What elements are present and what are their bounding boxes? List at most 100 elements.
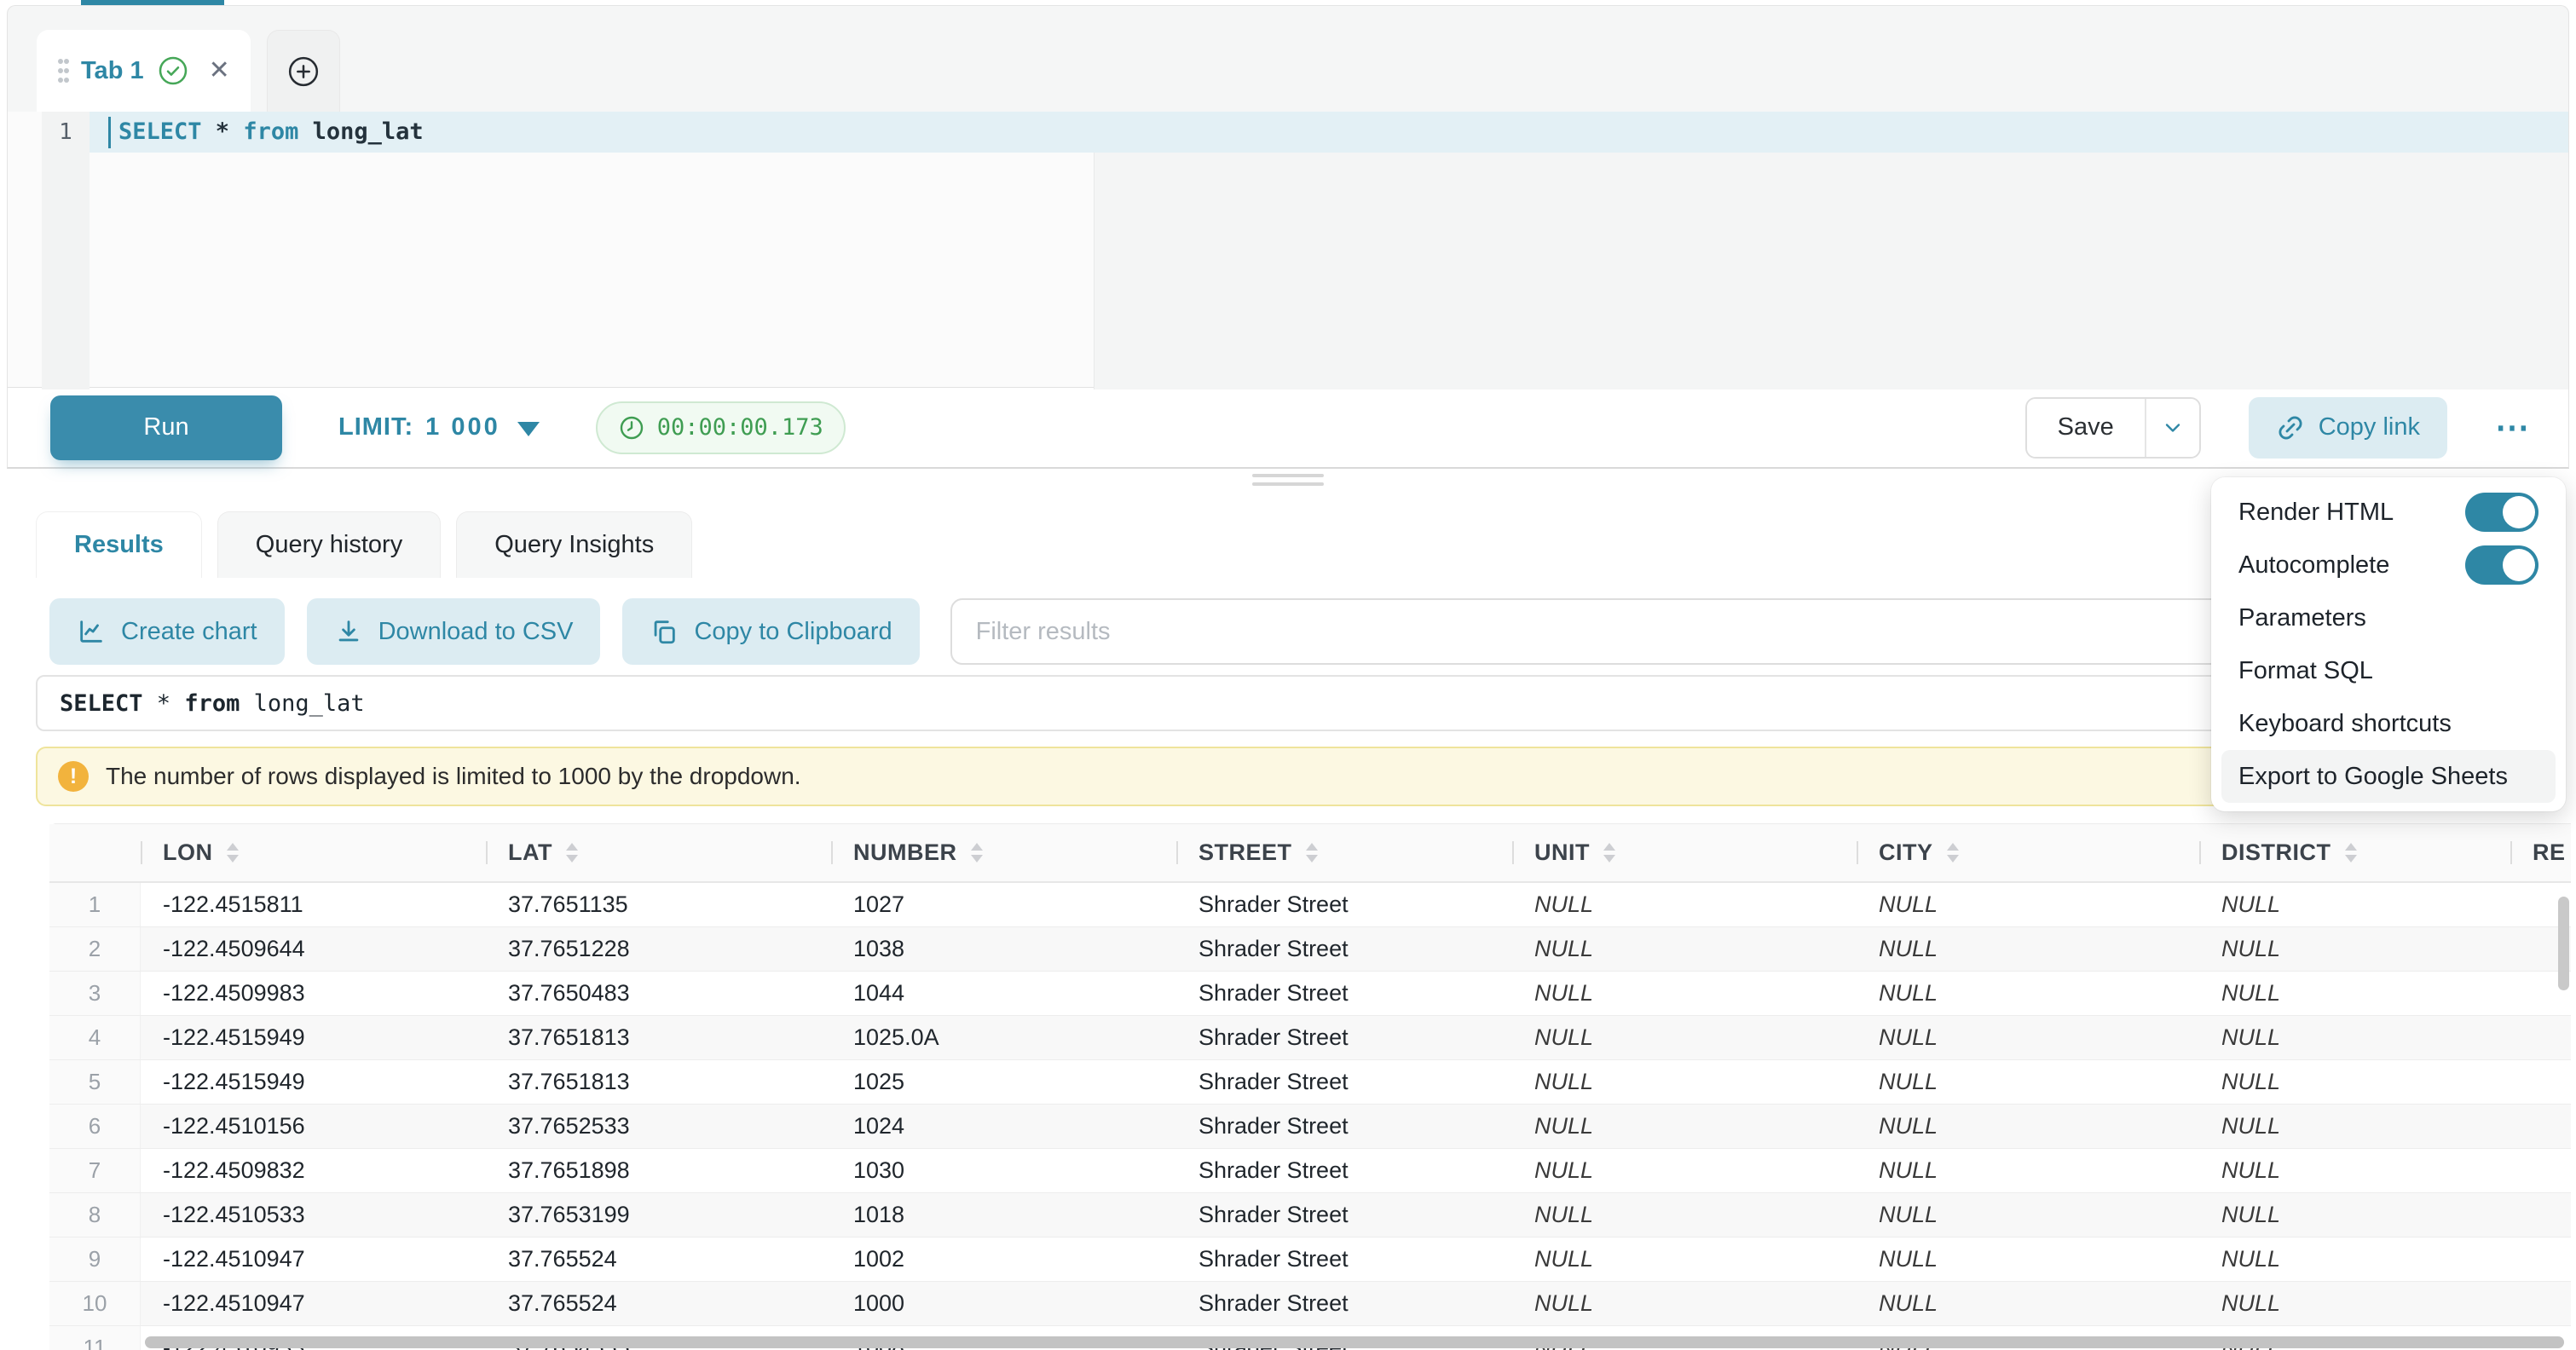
table-cell: NULL <box>1512 1238 1857 1281</box>
warning-icon: ! <box>58 761 89 792</box>
more-options-button[interactable]: ⋯ <box>2485 411 2539 445</box>
active-line-highlight <box>90 112 2568 153</box>
column-header-re[interactable]: RE <box>2510 824 2571 881</box>
drag-dots-icon[interactable] <box>57 55 69 87</box>
save-options-button[interactable] <box>2146 399 2199 457</box>
sql-code-line: SELECT * from long_lat <box>118 118 424 145</box>
table-row: 7-122.450983237.76518981030Shrader Stree… <box>49 1149 2571 1193</box>
table-cell: NULL <box>2199 972 2510 1015</box>
pane-resize-handle[interactable] <box>1252 474 1324 491</box>
menu-item-keyboard-shortcuts[interactable]: Keyboard shortcuts <box>2221 697 2556 750</box>
menu-item-export-to-google-sheets[interactable]: Export to Google Sheets <box>2221 750 2556 803</box>
sql-code-editor[interactable]: 1 SELECT * from long_lat <box>8 112 2568 389</box>
save-split-button: Save <box>2025 397 2201 459</box>
close-tab-icon[interactable]: ✕ <box>209 58 230 84</box>
table-cell: NULL <box>1857 927 2199 971</box>
table-cell: -122.4509644 <box>141 927 486 971</box>
sort-icon[interactable] <box>566 843 578 862</box>
copy-to-clipboard-button[interactable]: Copy to Clipboard <box>622 598 919 665</box>
save-button[interactable]: Save <box>2027 399 2145 457</box>
menu-item-label: Format SQL <box>2238 657 2373 685</box>
table-row: 4-122.451594937.76518131025.0AShrader St… <box>49 1016 2571 1060</box>
table-header-row: LON LAT NUMBERSTREET UNIT CITYDISTRICTRE <box>49 823 2571 883</box>
sort-icon[interactable] <box>1603 843 1615 862</box>
toggle-switch[interactable] <box>2465 545 2538 585</box>
table-cell: 1025.0A <box>831 1016 1176 1059</box>
toggle-switch[interactable] <box>2465 493 2538 532</box>
button-label: Download to CSV <box>378 618 574 646</box>
sql-text: long_lat <box>298 118 423 145</box>
copy-link-button[interactable]: Copy link <box>2249 397 2447 459</box>
row-number: 9 <box>49 1238 141 1281</box>
table-cell <box>2510 1016 2571 1059</box>
sql-workspace: Tab 1 ✕ <box>0 0 2576 1350</box>
horizontal-scrollbar[interactable] <box>145 1336 2564 1348</box>
table-row: 10-122.451094737.7655241000Shrader Stree… <box>49 1282 2571 1326</box>
table-cell: NULL <box>2199 1282 2510 1325</box>
table-cell: 1044 <box>831 972 1176 1015</box>
row-number: 1 <box>49 883 141 926</box>
table-cell: NULL <box>2199 1016 2510 1059</box>
menu-item-format-sql[interactable]: Format SQL <box>2221 644 2556 697</box>
table-cell: 1030 <box>831 1149 1176 1192</box>
limit-dropdown[interactable]: LIMIT: 1 000 <box>338 413 540 441</box>
sort-icon[interactable] <box>971 843 983 862</box>
create-chart-button[interactable]: Create chart <box>49 598 285 665</box>
table-cell: NULL <box>1857 1105 2199 1148</box>
table-row: 1-122.451581137.76511351027Shrader Stree… <box>49 883 2571 927</box>
table-cell <box>2510 1193 2571 1237</box>
plus-circle-icon <box>286 55 321 89</box>
menu-item-autocomplete[interactable]: Autocomplete <box>2221 539 2556 591</box>
column-header-unit[interactable]: UNIT <box>1512 824 1857 881</box>
menu-item-render-html[interactable]: Render HTML <box>2221 486 2556 539</box>
tab-results[interactable]: Results <box>36 511 202 578</box>
sort-icon[interactable] <box>227 843 239 862</box>
table-cell: NULL <box>1857 1238 2199 1281</box>
column-header-street[interactable]: STREET <box>1176 824 1512 881</box>
column-header-lat[interactable]: LAT <box>486 824 831 881</box>
run-button[interactable]: Run <box>50 395 282 460</box>
sort-icon[interactable] <box>1947 843 1959 862</box>
download-to-csv-button[interactable]: Download to CSV <box>307 598 601 665</box>
row-number: 4 <box>49 1016 141 1059</box>
table-cell <box>2510 1060 2571 1104</box>
column-label: LAT <box>508 839 552 866</box>
results-table: LONLATNUMBERSTREETUNITCITYDISTRICTRE 1-1… <box>49 823 2571 1350</box>
column-label: UNIT <box>1534 839 1590 866</box>
new-tab-button[interactable] <box>267 30 340 112</box>
menu-item-label: Export to Google Sheets <box>2238 763 2508 791</box>
column-header-city[interactable]: CITY <box>1857 824 2199 881</box>
tab-1[interactable]: Tab 1 ✕ <box>37 30 251 112</box>
column-header-number[interactable]: NUMBER <box>831 824 1176 881</box>
download-icon <box>334 617 363 646</box>
column-header-district[interactable]: DISTRICT <box>2199 824 2510 881</box>
executed-sql-preview: SELECT * from long_lat <box>36 675 2554 731</box>
menu-item-label: Autocomplete <box>2238 551 2389 580</box>
tab-query-insights[interactable]: Query Insights <box>456 511 692 578</box>
table-cell: 37.7650483 <box>486 972 831 1015</box>
results-tab-strip: ResultsQuery historyQuery Insights <box>36 511 692 578</box>
table-cell: -122.4510947 <box>141 1238 486 1281</box>
sort-icon[interactable] <box>1306 843 1318 862</box>
table-cell: Shrader Street <box>1176 972 1512 1015</box>
menu-item-parameters[interactable]: Parameters <box>2221 591 2556 644</box>
button-label: Copy to Clipboard <box>694 618 892 646</box>
sort-icon[interactable] <box>2345 843 2357 862</box>
query-timer-badge: 00:00:00.173 <box>596 401 846 454</box>
table-cell: 1024 <box>831 1105 1176 1148</box>
options-dropdown-menu: Render HTML Autocomplete Parameters Format … <box>2211 477 2566 811</box>
table-cell: 37.7651135 <box>486 883 831 926</box>
caret-down-icon <box>517 422 540 436</box>
row-number: 8 <box>49 1193 141 1237</box>
editor-tab-strip: Tab 1 ✕ <box>8 6 2568 112</box>
table-cell: Shrader Street <box>1176 1016 1512 1059</box>
column-header-lon[interactable]: LON <box>141 824 486 881</box>
tab-query-history[interactable]: Query history <box>217 511 441 578</box>
clock-icon <box>618 414 645 441</box>
sql-keyword: SELECT <box>60 690 143 717</box>
table-cell: 1002 <box>831 1238 1176 1281</box>
table-cell: -122.4509983 <box>141 972 486 1015</box>
table-cell: NULL <box>1512 1149 1857 1192</box>
vertical-scrollbar[interactable] <box>2558 897 2569 990</box>
results-action-buttons: Create chart Download to CSV Copy to Clipb… <box>49 598 920 665</box>
